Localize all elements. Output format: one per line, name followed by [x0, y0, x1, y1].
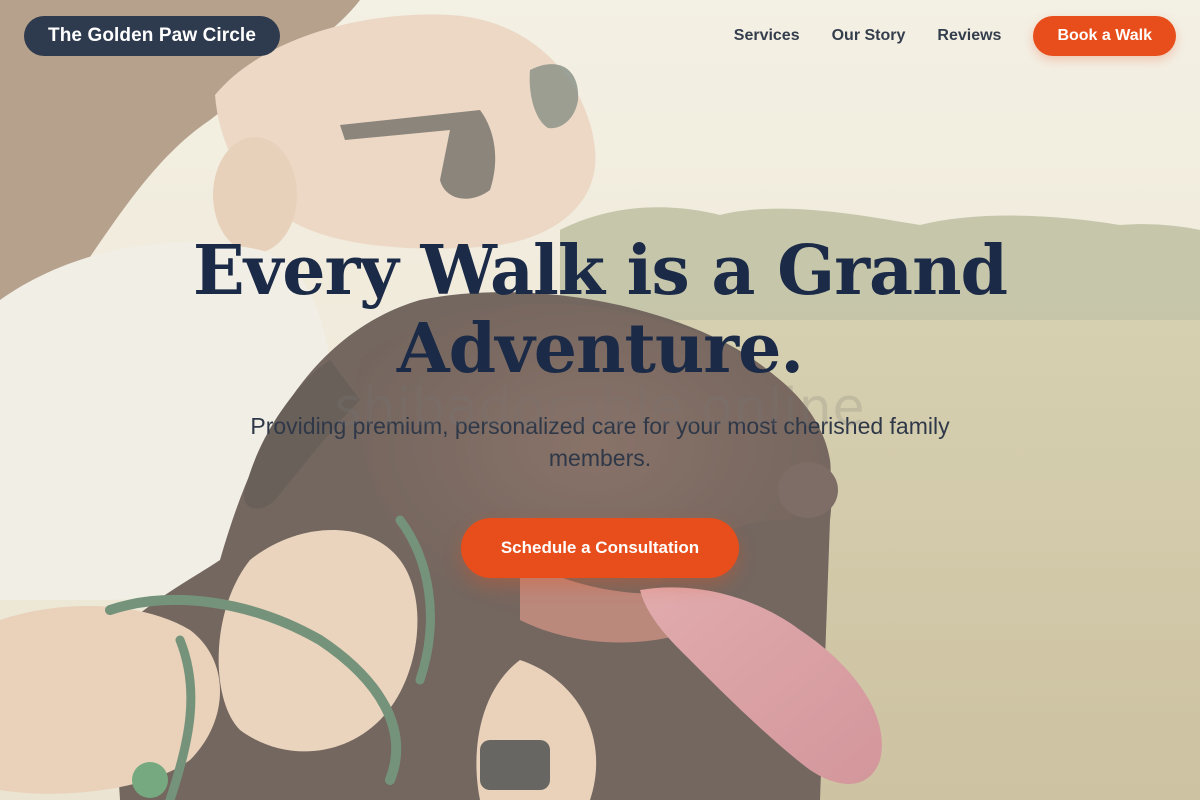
nav-link-services[interactable]: Services: [734, 27, 800, 45]
book-walk-button[interactable]: Book a Walk: [1033, 16, 1176, 56]
nav-link-reviews[interactable]: Reviews: [937, 27, 1001, 45]
hero-section: Every Walk is a Grand Adventure. shibado…: [0, 232, 1200, 578]
schedule-consultation-button[interactable]: Schedule a Consultation: [460, 518, 740, 578]
hero-subtitle: Providing premium, personalized care for…: [250, 413, 950, 471]
nav-link-our-story[interactable]: Our Story: [832, 27, 906, 45]
hero-headline: Every Walk is a Grand Adventure.: [192, 231, 1008, 389]
landing-page: The Golden Paw Circle Services Our Story…: [0, 0, 1200, 800]
main-nav: Services Our Story Reviews Book a Walk: [734, 16, 1176, 56]
brand-logo[interactable]: The Golden Paw Circle: [24, 16, 280, 56]
